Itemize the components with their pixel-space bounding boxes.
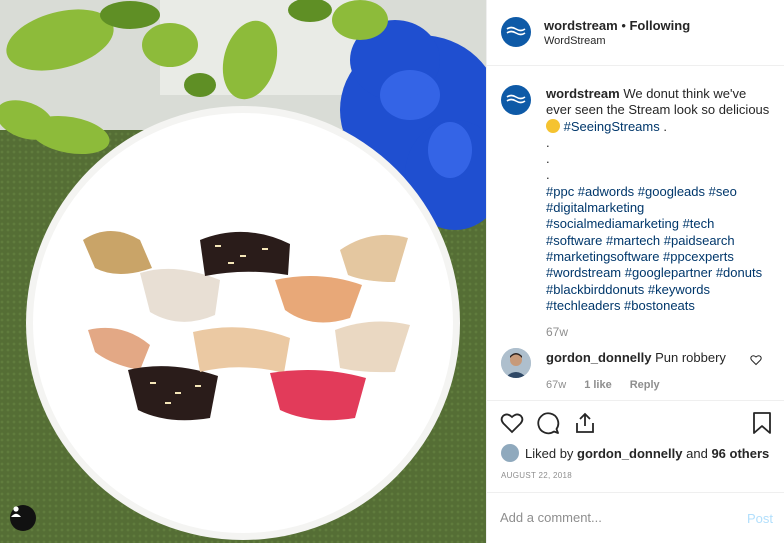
caption: wordstream We donut think we've ever see… xyxy=(546,86,772,314)
header-separator: • xyxy=(617,18,630,33)
post-button[interactable]: Post xyxy=(747,511,773,526)
caption-dot: . xyxy=(546,134,550,150)
avatar[interactable] xyxy=(501,348,531,378)
user-tag-icon[interactable] xyxy=(10,505,36,531)
caption-trailing: . xyxy=(659,118,667,134)
comments-list[interactable]: wordstream We donut think we've ever see… xyxy=(487,67,784,400)
action-bar xyxy=(487,400,784,446)
reply-button[interactable]: Reply xyxy=(630,379,660,391)
post-details-panel: wordstream • Following WordStream wordst… xyxy=(486,0,784,543)
share-icon[interactable] xyxy=(573,411,597,438)
bookmark-icon[interactable] xyxy=(752,411,772,438)
add-comment-bar: Post xyxy=(487,492,784,543)
avatar[interactable] xyxy=(501,17,531,47)
post-photo[interactable] xyxy=(0,0,486,543)
header-subtitle: WordStream xyxy=(544,35,606,47)
likes-middle: and xyxy=(686,445,708,461)
header-username[interactable]: wordstream xyxy=(544,18,618,33)
wordstream-logo-icon xyxy=(506,26,526,36)
donut-plate-image xyxy=(0,0,486,543)
following-button[interactable]: Following xyxy=(629,18,690,33)
caption-avatar[interactable] xyxy=(501,85,531,115)
comment-text: Pun robbery xyxy=(655,350,726,365)
post-header: wordstream • Following WordStream xyxy=(487,0,784,66)
caption-dot: . xyxy=(546,151,550,167)
add-comment-input[interactable] xyxy=(500,510,730,525)
comment-timestamp[interactable]: 67w xyxy=(546,379,566,391)
yum-emoji-icon xyxy=(546,118,560,133)
heart-icon[interactable] xyxy=(500,411,524,438)
likes-summary: Liked by gordon_donnelly and 96 others xyxy=(501,444,769,462)
comment-likes-count[interactable]: 1 like xyxy=(584,379,612,391)
caption-timestamp[interactable]: 67w xyxy=(546,325,568,339)
caption-hashtags[interactable]: #ppc #adwords #googleads #seo #digitalma… xyxy=(546,184,772,314)
hashtag-link[interactable]: #SeeingStreams xyxy=(564,119,660,134)
comment-icon[interactable] xyxy=(536,411,560,438)
caption-username[interactable]: wordstream xyxy=(546,86,620,101)
header-title: wordstream • Following xyxy=(544,18,690,33)
wordstream-logo-icon xyxy=(506,94,526,104)
likes-user-link[interactable]: gordon_donnelly xyxy=(577,446,682,461)
likes-prefix: Liked by xyxy=(525,445,574,461)
comment-meta: 67w 1 like Reply xyxy=(546,379,678,391)
post-date[interactable]: AUGUST 22, 2018 xyxy=(501,471,572,480)
comment-username[interactable]: gordon_donnelly xyxy=(546,350,651,365)
comment: gordon_donnelly Pun robbery xyxy=(546,350,726,365)
commenter-avatar-image xyxy=(501,348,531,378)
likes-others-link[interactable]: 96 others xyxy=(711,446,769,461)
comment-like-heart-icon[interactable] xyxy=(750,354,762,369)
caption-dot: . xyxy=(546,167,550,183)
avatar[interactable] xyxy=(501,444,519,462)
